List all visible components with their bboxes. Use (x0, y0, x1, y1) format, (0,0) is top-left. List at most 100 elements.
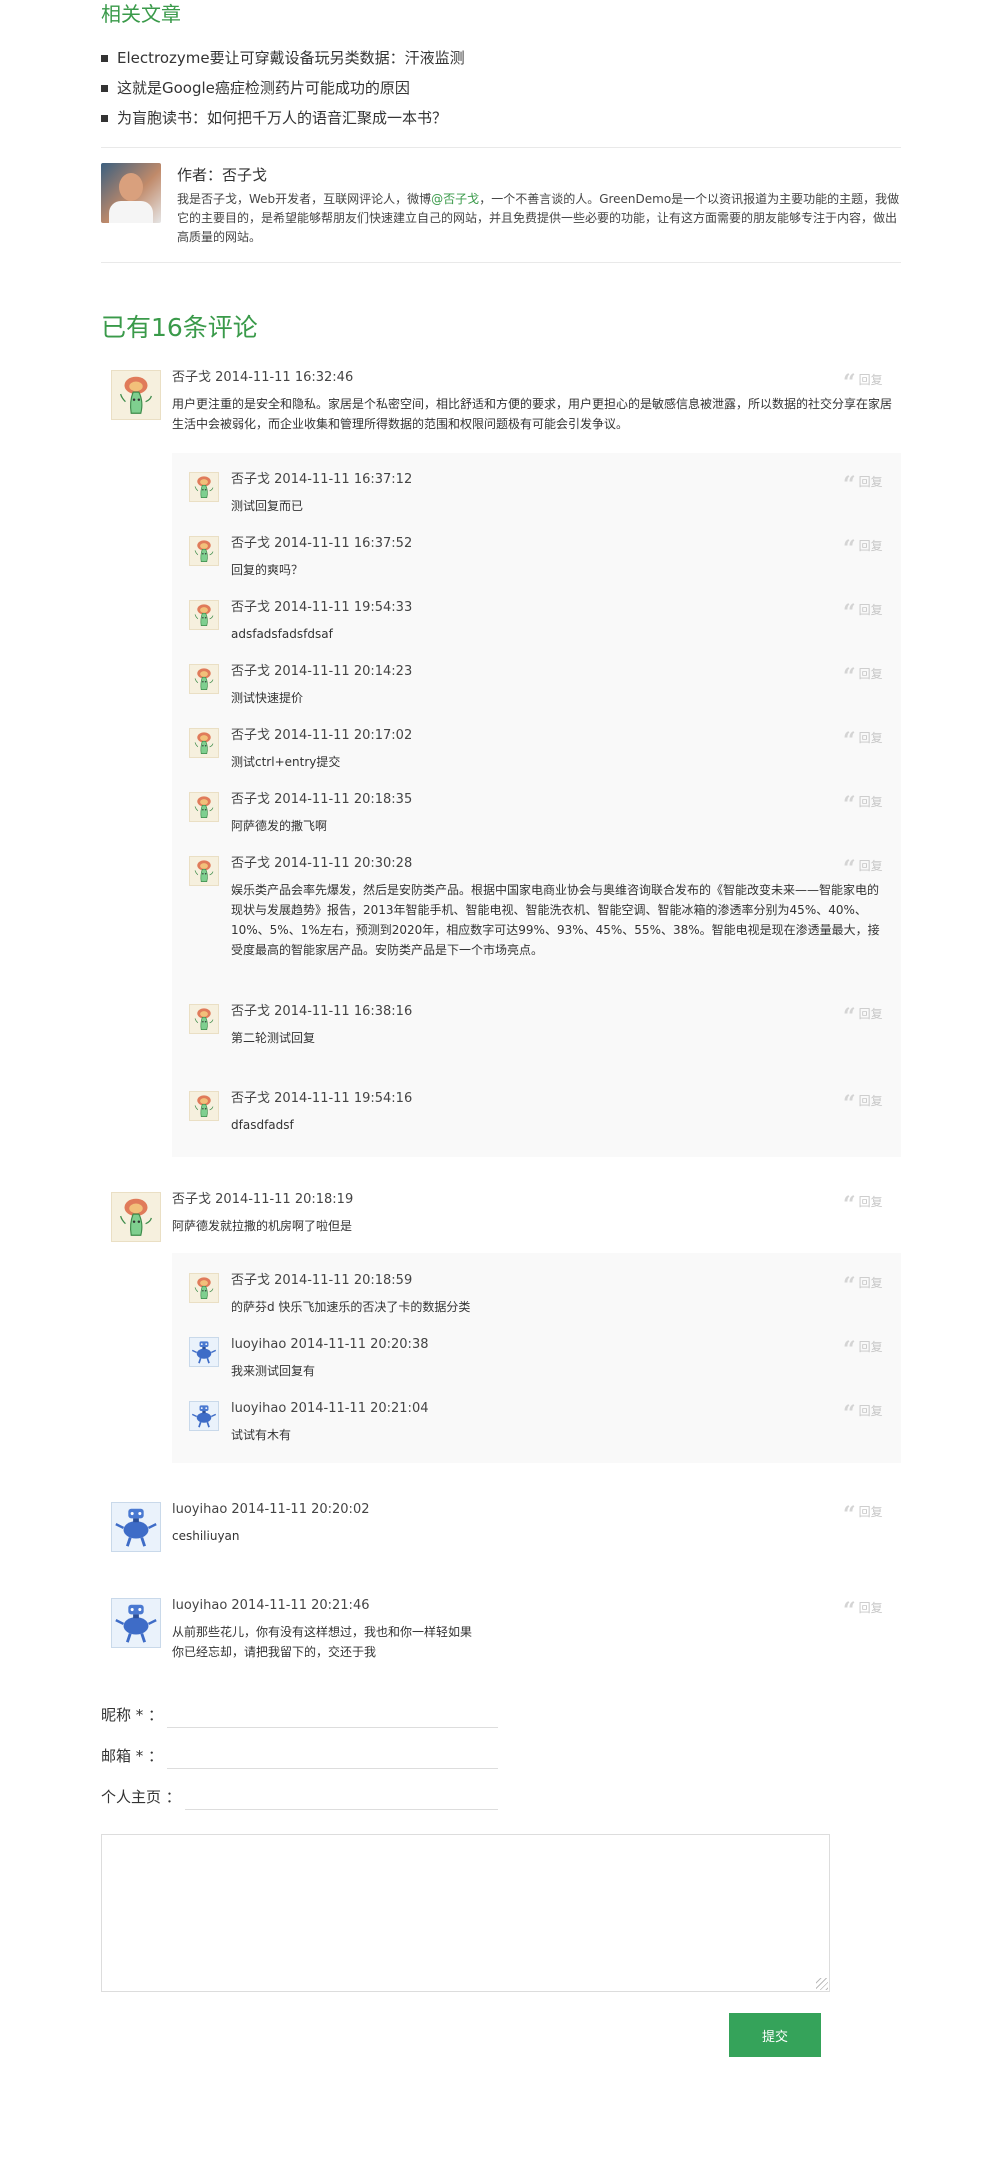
quote-icon: “ (843, 370, 856, 396)
comment-author[interactable]: 否子戈 (231, 1091, 270, 1106)
square-bullet-icon (101, 115, 108, 122)
reply-button[interactable]: “回复 (843, 1503, 883, 1526)
reply-button[interactable]: “回复 (843, 601, 883, 624)
email-input[interactable] (167, 1747, 498, 1769)
comment-author[interactable]: luoyihao (172, 1502, 227, 1517)
reply-label: 回复 (858, 1007, 883, 1021)
resize-handle-icon[interactable] (816, 1978, 828, 1990)
quote-icon: “ (843, 1598, 856, 1624)
quote-icon: “ (843, 792, 856, 818)
comment-author[interactable]: 否子戈 (172, 1192, 211, 1207)
related-article-item[interactable]: Electrozyme要让可穿戴设备玩另类数据：汗液监测 (101, 48, 901, 78)
comment-author[interactable]: 否子戈 (231, 728, 270, 743)
related-article-item[interactable]: 这就是Google癌症检测药片可能成功的原因 (101, 78, 901, 108)
nickname-label: 昵称 * ： (101, 1706, 164, 1724)
comment-meta: 否子戈 2014-11-11 20:17:02 (231, 727, 412, 745)
comment-author[interactable]: luoyihao (231, 1401, 286, 1416)
comment-author[interactable]: 否子戈 (231, 792, 270, 807)
reply-button[interactable]: “回复 (843, 1338, 883, 1361)
quote-icon: “ (843, 1273, 856, 1299)
quote-icon: “ (843, 1337, 856, 1363)
commenter-avatar (111, 1192, 161, 1242)
reply-button[interactable]: “回复 (843, 729, 883, 752)
reply-button[interactable]: “回复 (843, 473, 883, 496)
reply-label: 回复 (858, 1505, 883, 1519)
commenter-avatar (189, 728, 219, 758)
related-article-link[interactable]: Electrozyme要让可穿戴设备玩另类数据：汗液监测 (117, 48, 465, 68)
related-article-link[interactable]: 这就是Google癌症检测药片可能成功的原因 (117, 78, 410, 98)
comment-author[interactable]: luoyihao (231, 1337, 286, 1352)
comment-author[interactable]: luoyihao (172, 1598, 227, 1613)
square-bullet-icon (101, 55, 108, 62)
comment-text: 回复的爽吗？ (231, 563, 304, 577)
comment-meta: 否子戈 2014-11-11 16:37:12 (231, 471, 412, 489)
reply-button[interactable]: “回复 (843, 1092, 883, 1115)
reply-button[interactable]: “回复 (843, 665, 883, 688)
commenter-avatar (189, 1273, 219, 1303)
reply-label: 回复 (858, 731, 883, 745)
comment-author[interactable]: 否子戈 (231, 472, 270, 487)
comment-text: 用户更注重的是安全和隐私。家居是个私密空间，相比舒适和方便的要求，用户更担心的是… (172, 397, 893, 431)
comment-meta: 否子戈 2014-11-11 19:54:33 (231, 599, 412, 617)
reply-button[interactable]: “回复 (843, 1599, 883, 1622)
comment-text: 测试ctrl+entry提交 (231, 755, 341, 769)
comment-meta: 否子戈 2014-11-11 16:37:52 (231, 535, 412, 553)
comment-text: 娱乐类产品会率先爆发，然后是安防类产品。根据中国家电商业协会与奥维咨询联合发布的… (231, 883, 880, 957)
comment-time: 2014-11-11 20:14:23 (270, 664, 413, 679)
reply-button[interactable]: “回复 (843, 793, 883, 816)
reply-label: 回复 (858, 1195, 883, 1209)
reply-label: 回复 (858, 859, 883, 873)
email-field: 邮箱 * ： (101, 1741, 521, 1771)
author-weibo-link[interactable]: @否子戈 (431, 192, 479, 206)
reply-label: 回复 (858, 795, 883, 809)
comment-author[interactable]: 否子戈 (231, 600, 270, 615)
comment-text: 从前那些花儿，你有没有这样想过，我也和你一样轻如果你已经忘却，请把我留下的，交还… (172, 1625, 473, 1659)
reply-button[interactable]: “回复 (843, 537, 883, 560)
comment-author[interactable]: 否子戈 (231, 536, 270, 551)
comment-text: 测试快速提价 (231, 691, 304, 705)
comment-time: 2014-11-11 16:37:12 (270, 472, 413, 487)
nickname-input[interactable] (167, 1706, 498, 1728)
comment-author[interactable]: 否子戈 (231, 1273, 270, 1288)
reply-label: 回复 (858, 1276, 883, 1290)
commenter-avatar (189, 1401, 219, 1431)
comment-time: 2014-11-11 20:17:02 (270, 728, 413, 743)
reply-label: 回复 (858, 1340, 883, 1354)
comment-textarea[interactable] (101, 1834, 830, 1992)
comment-text: 第二轮测试回复 (231, 1031, 316, 1045)
comment-author[interactable]: 否子戈 (231, 856, 270, 871)
comment-time: 2014-11-11 19:54:16 (270, 1091, 413, 1106)
reply-button[interactable]: “回复 (843, 1005, 883, 1028)
related-article-item[interactable]: 为盲胞读书：如何把千万人的语音汇聚成一本书？ (101, 108, 901, 138)
comment-meta: luoyihao 2014-11-11 20:20:02 (172, 1501, 369, 1519)
submit-button[interactable]: 提交 (729, 2013, 821, 2057)
homepage-label: 个人主页 ： (101, 1788, 181, 1806)
author-box: 作者：否子戈 我是否子戈，Web开发者，互联网评论人，微博@否子戈，一个不善言谈… (101, 163, 901, 249)
comment-meta: 否子戈 2014-11-11 20:18:35 (231, 791, 412, 809)
reply-label: 回复 (858, 1404, 883, 1418)
reply-label: 回复 (858, 1094, 883, 1108)
reply-button[interactable]: “回复 (843, 857, 883, 880)
quote-icon: “ (843, 1502, 856, 1528)
reply-button[interactable]: “回复 (843, 1193, 883, 1216)
reply-button[interactable]: “回复 (843, 371, 883, 394)
commenter-avatar (189, 1091, 219, 1121)
commenter-avatar (189, 1337, 219, 1367)
comment-text: dfasdfadsf (231, 1118, 294, 1132)
comment-author[interactable]: 否子戈 (231, 1004, 270, 1019)
commenter-avatar (111, 370, 161, 420)
reply-button[interactable]: “回复 (843, 1274, 883, 1297)
related-articles: 相关文章 Electrozyme要让可穿戴设备玩另类数据：汗液监测 这就是Goo… (101, 0, 901, 138)
comment-author[interactable]: 否子戈 (231, 664, 270, 679)
comment-meta: luoyihao 2014-11-11 20:21:46 (172, 1597, 369, 1615)
comments-count-title: 已有16条评论 (101, 313, 258, 342)
commenter-avatar (189, 472, 219, 502)
quote-icon: “ (843, 1192, 856, 1218)
reply-label: 回复 (858, 539, 883, 553)
reply-button[interactable]: “回复 (843, 1402, 883, 1425)
comment-text: 我来测试回复有 (231, 1364, 316, 1378)
comment-time: 2014-11-11 20:20:38 (286, 1337, 429, 1352)
comment-author[interactable]: 否子戈 (172, 370, 211, 385)
related-article-link[interactable]: 为盲胞读书：如何把千万人的语音汇聚成一本书？ (117, 108, 447, 128)
homepage-input[interactable] (185, 1788, 498, 1810)
